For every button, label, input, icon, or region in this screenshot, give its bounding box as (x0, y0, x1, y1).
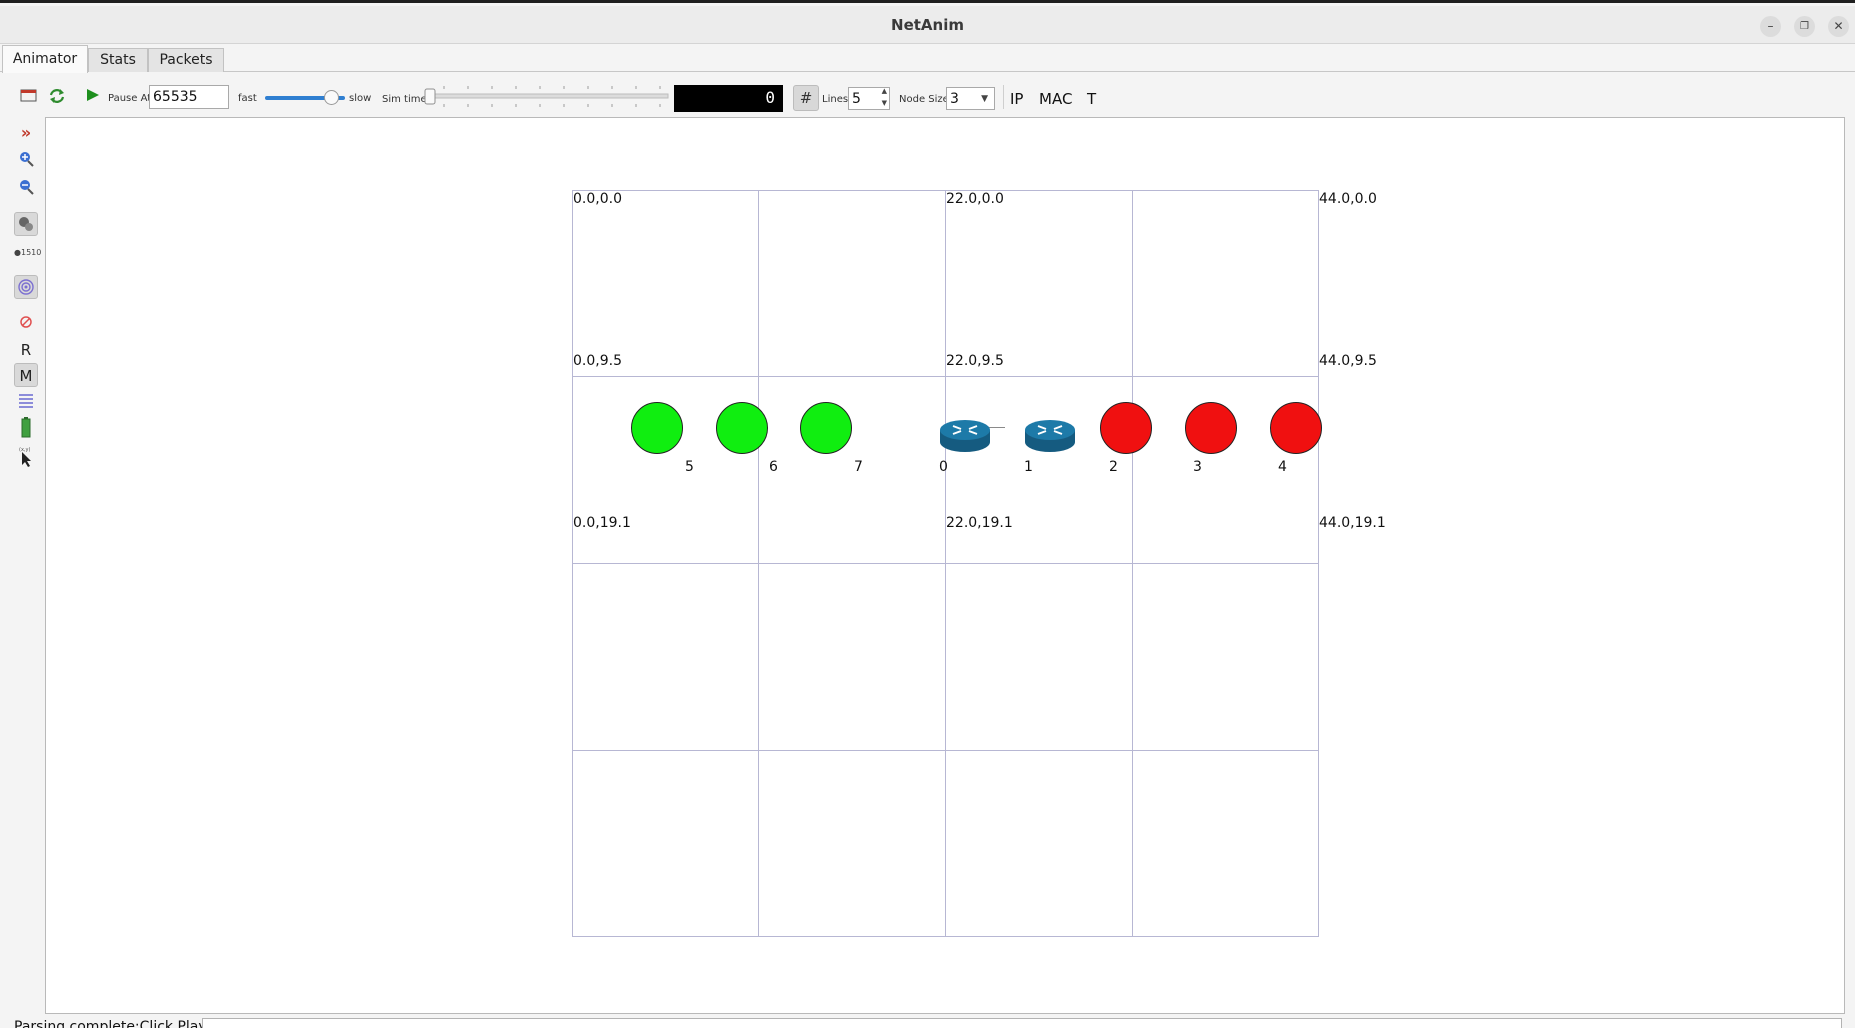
stop-icon[interactable] (14, 310, 38, 334)
maximize-button[interactable]: ❐ (1794, 16, 1815, 37)
spin-arrows-icon[interactable]: ▲ ▼ (882, 85, 887, 109)
grid-coord-label: 22.0,0.0 (946, 191, 1004, 207)
lines-label: Lines (822, 94, 849, 105)
node-size-value: 3 (950, 91, 959, 107)
mouse-position-icon[interactable]: (x,y) (14, 444, 38, 468)
grid-line (572, 750, 1319, 751)
grid-line (572, 376, 1319, 377)
minimize-button[interactable]: – (1760, 16, 1781, 37)
netanim-window: NetAnim – ❐ ✕ Animator Stats Packets Pau… (0, 0, 1855, 1028)
node-5[interactable] (631, 402, 683, 454)
lines-list-icon[interactable] (14, 389, 38, 413)
grid-coord-label: 0.0,19.1 (573, 515, 631, 531)
t-button[interactable]: T (1087, 90, 1096, 108)
node-label: 5 (685, 459, 694, 475)
play-icon[interactable] (86, 88, 100, 102)
sim-time-slider[interactable] (424, 85, 674, 109)
node-3[interactable] (1185, 402, 1237, 454)
grid-coord-label: 44.0,0.0 (1319, 191, 1377, 207)
title-bar: NetAnim – ❐ ✕ (0, 6, 1855, 44)
node-id-icon[interactable]: ●1510 (14, 241, 41, 265)
zoom-out-icon[interactable] (14, 175, 38, 199)
toolbar-divider (1003, 85, 1004, 109)
node-label: 7 (854, 459, 863, 475)
node-label: 0 (939, 459, 948, 475)
status-bar: Parsing complete:Click Play (0, 1016, 1855, 1028)
grid-coord-label: 44.0,9.5 (1319, 353, 1377, 369)
pause-at-input[interactable]: 65535 (149, 85, 229, 109)
node-label: 2 (1109, 459, 1118, 475)
mac-button[interactable]: MAC (1039, 90, 1072, 108)
node-size-select[interactable]: 3 ▼ (946, 87, 995, 110)
grid-coord-label: 22.0,19.1 (946, 515, 1013, 531)
node-label: 6 (769, 459, 778, 475)
svg-text:(x,y): (x,y) (19, 447, 30, 453)
ip-button[interactable]: IP (1010, 90, 1023, 108)
wireless-circles-icon[interactable] (14, 275, 38, 299)
r-button[interactable]: R (14, 338, 38, 362)
node-4[interactable] (1270, 402, 1322, 454)
chevron-down-icon: ▼ (981, 94, 988, 104)
grid-coord-label: 22.0,9.5 (946, 353, 1004, 369)
tab-animator[interactable]: Animator (2, 45, 88, 73)
fast-forward-icon[interactable]: » (14, 121, 38, 145)
node-label: 3 (1193, 459, 1202, 475)
node-label: 4 (1278, 459, 1287, 475)
pause-at-label: Pause At (108, 93, 152, 104)
node-description-icon[interactable] (14, 212, 38, 236)
status-field (202, 1018, 1842, 1028)
open-file-icon[interactable] (20, 87, 38, 103)
lines-value: 5 (852, 91, 861, 107)
grid-line (572, 563, 1319, 564)
node-size-label: Node Size (899, 94, 949, 105)
lines-spinbox[interactable]: 5 ▲ ▼ (848, 87, 890, 110)
router-icon[interactable] (939, 418, 991, 454)
tab-bar: Animator Stats Packets (0, 44, 1855, 73)
animation-canvas[interactable]: 0.0,0.0 22.0,0.0 44.0,0.0 0.0,9.5 22.0,9… (45, 117, 1845, 1014)
node-label: 1 (1024, 459, 1033, 475)
sim-time-label: Sim time (382, 94, 427, 105)
close-button[interactable]: ✕ (1828, 16, 1849, 37)
node-7[interactable] (800, 402, 852, 454)
speed-slider-handle[interactable] (324, 90, 339, 105)
reload-icon[interactable] (48, 87, 66, 105)
main-toolbar: Pause At 65535 fast slow Sim time 0 # Li… (0, 73, 1855, 117)
grid-line (572, 936, 1319, 937)
grid-toggle-icon[interactable]: # (793, 85, 819, 111)
grid: 0.0,0.0 22.0,0.0 44.0,0.0 0.0,9.5 22.0,9… (572, 190, 1386, 937)
speed-fast-label: fast (238, 93, 257, 104)
grid-coord-label: 0.0,9.5 (573, 353, 622, 369)
tab-packets[interactable]: Packets (148, 48, 224, 72)
sim-time-display: 0 (674, 85, 783, 112)
sim-time-value: 0 (765, 88, 775, 107)
battery-icon[interactable] (14, 416, 38, 440)
grid-coord-label: 44.0,19.1 (1319, 515, 1386, 531)
window-title: NetAnim (891, 16, 964, 34)
tab-stats[interactable]: Stats (88, 48, 148, 72)
zoom-in-icon[interactable] (14, 147, 38, 171)
status-message: Parsing complete:Click Play (14, 1019, 207, 1028)
router-icon[interactable] (1024, 418, 1076, 454)
grid-coord-label: 0.0,0.0 (573, 191, 622, 207)
speed-slow-label: slow (349, 93, 372, 104)
node-2[interactable] (1100, 402, 1152, 454)
m-button[interactable]: M (14, 363, 38, 387)
node-6[interactable] (716, 402, 768, 454)
